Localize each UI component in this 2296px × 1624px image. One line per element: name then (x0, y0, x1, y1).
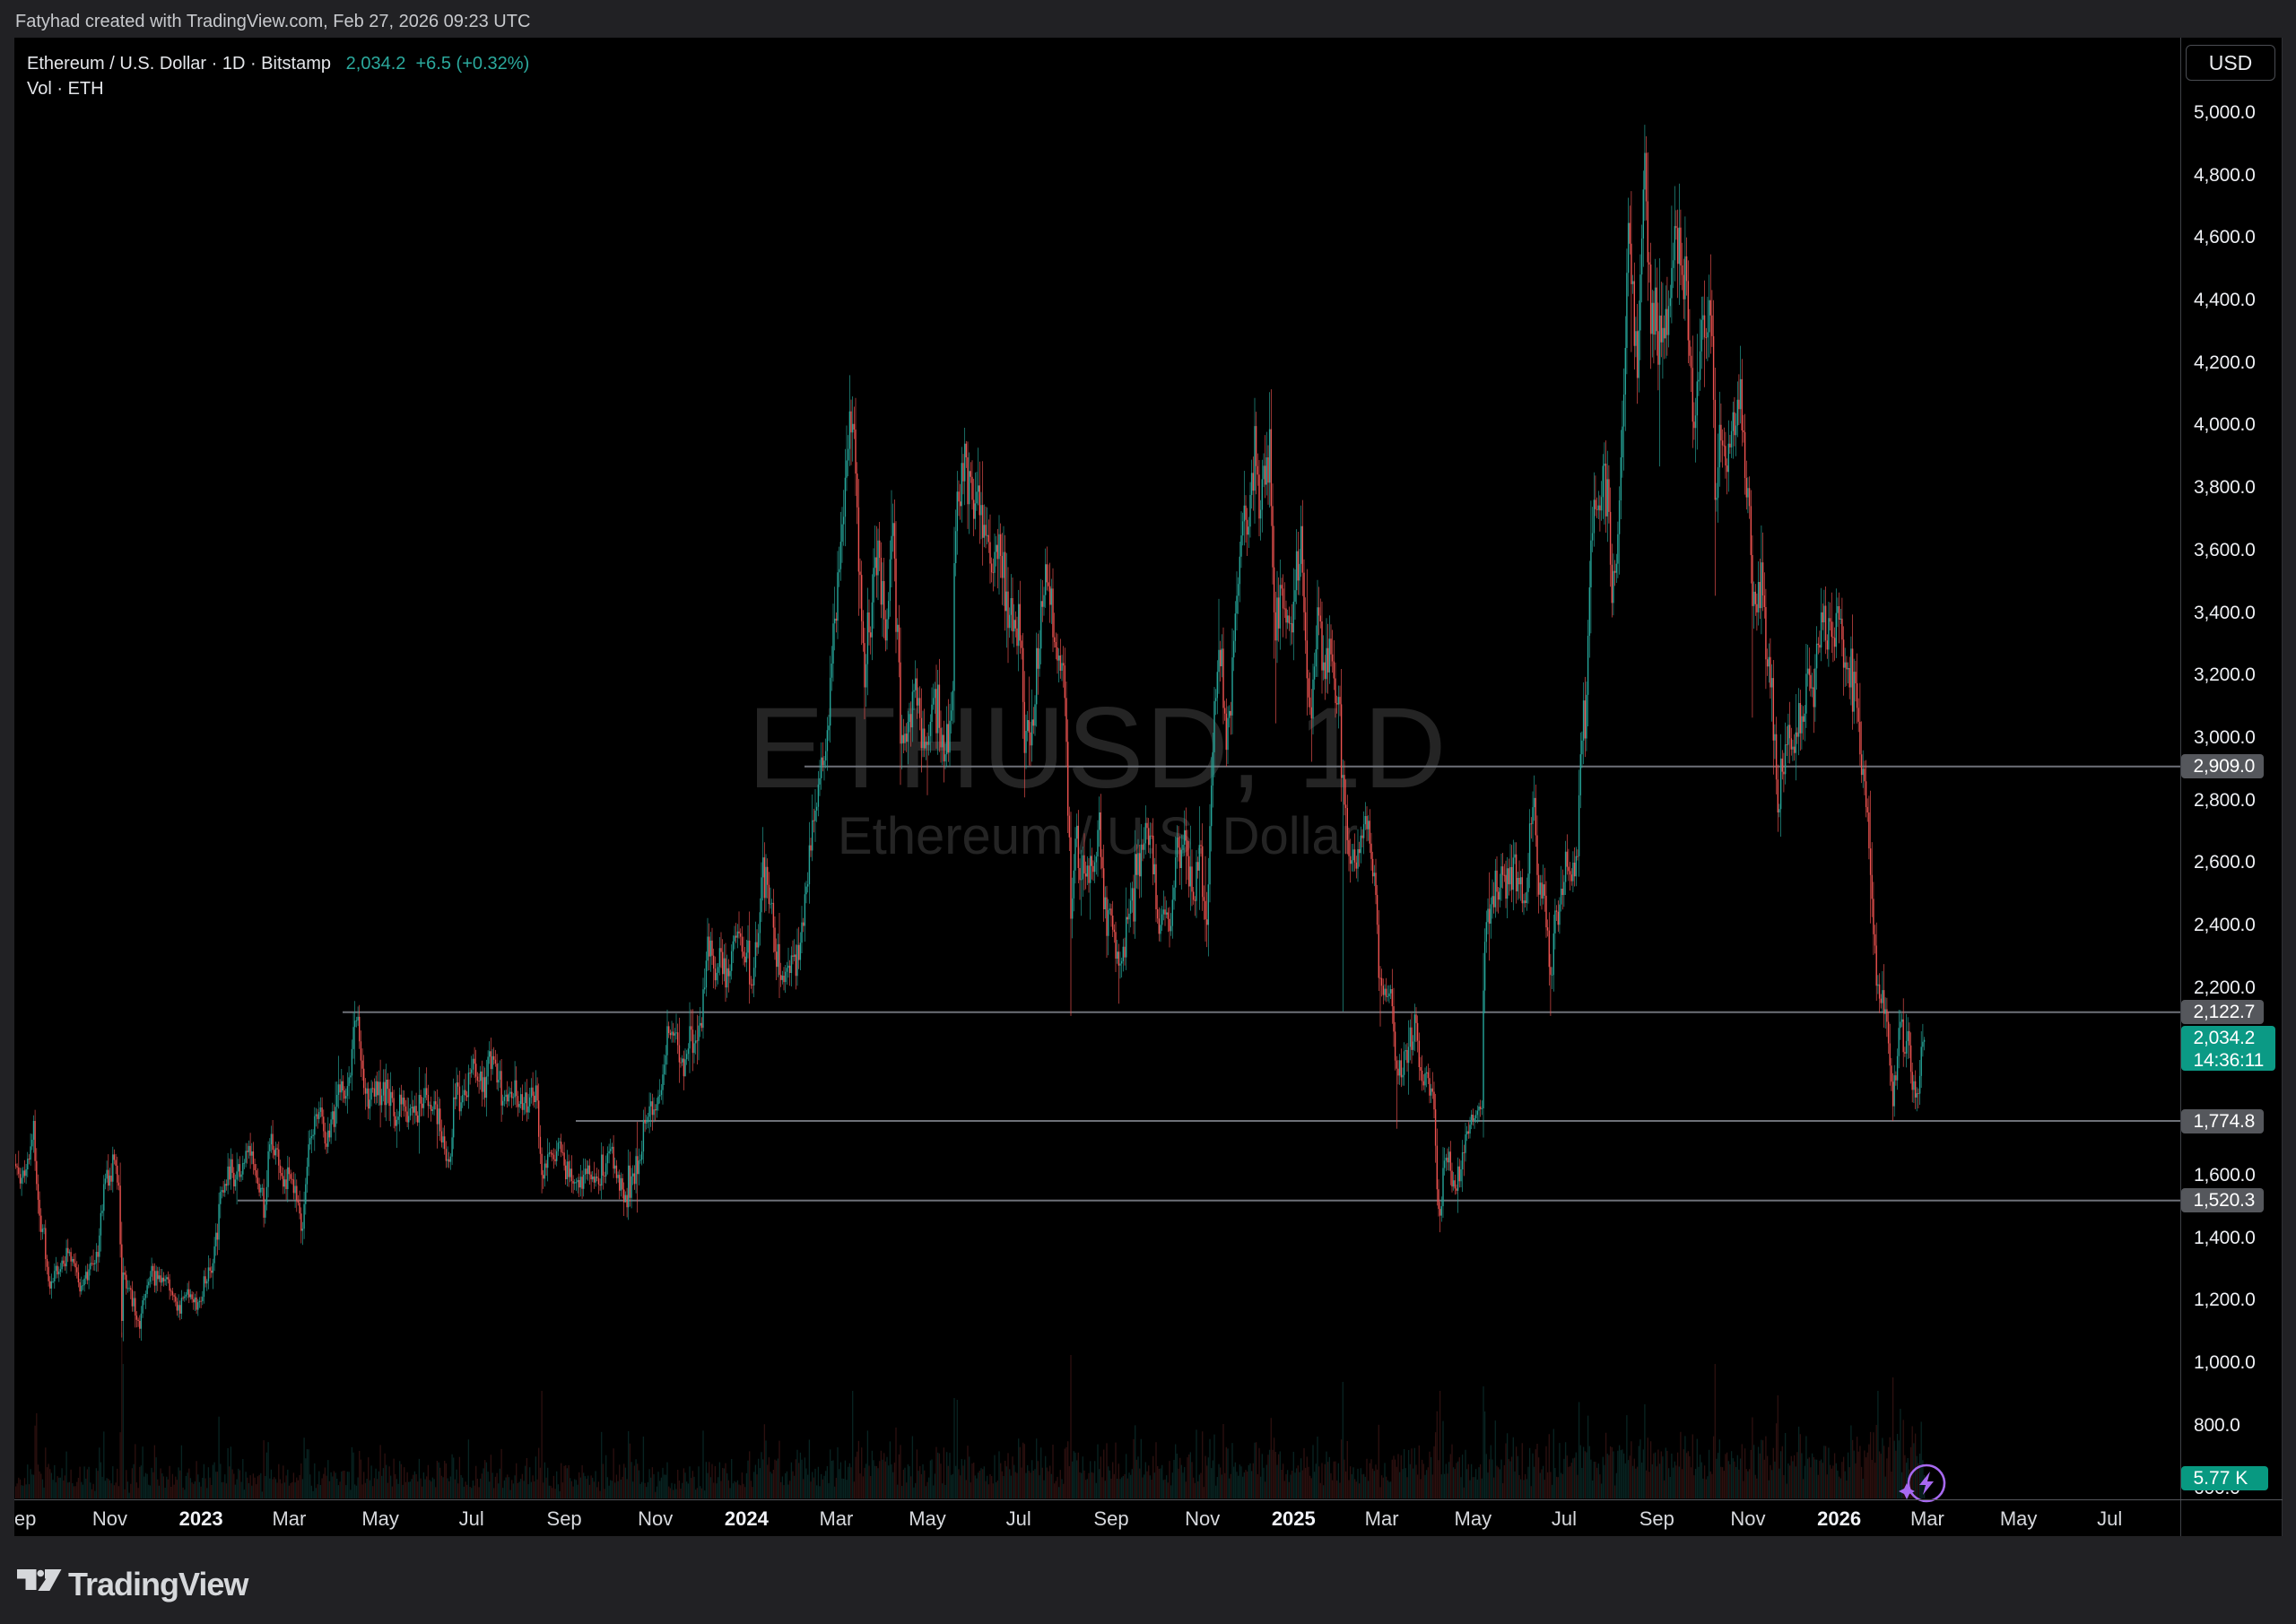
svg-text:TradingView: TradingView (68, 1566, 249, 1602)
